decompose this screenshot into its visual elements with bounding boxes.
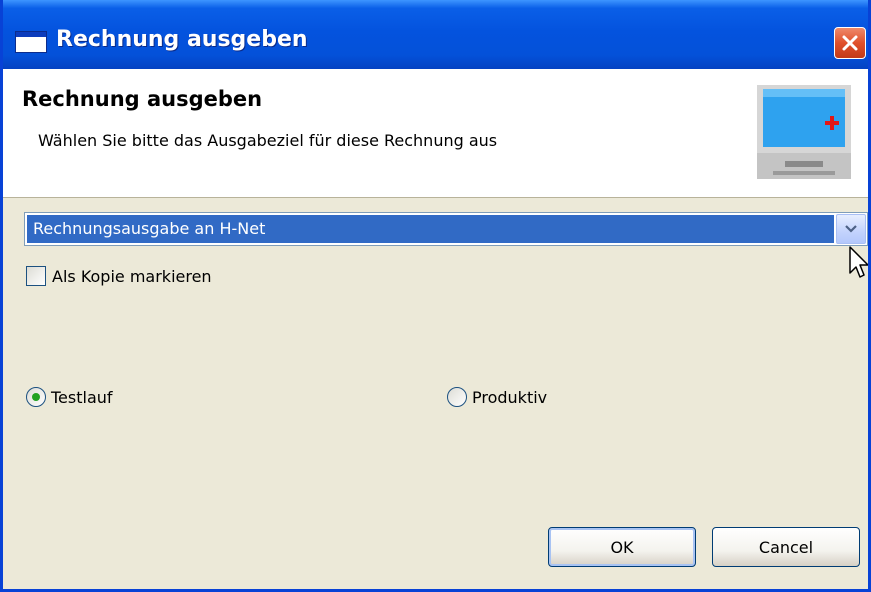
monitor-plus-icon: [757, 85, 851, 179]
checkbox-label: Als Kopie markieren: [52, 266, 212, 286]
radio-label-testlauf: Testlauf: [51, 387, 113, 407]
header-title: Rechnung ausgeben: [22, 87, 263, 111]
copy-checkbox[interactable]: Als Kopie markieren: [26, 264, 212, 288]
mouse-cursor-icon: [849, 246, 868, 278]
close-icon: [842, 35, 858, 51]
checkbox-box[interactable]: [26, 266, 46, 286]
radio-label-produktiv: Produktiv: [472, 387, 548, 407]
ok-button[interactable]: OK: [548, 527, 696, 567]
radio-testlauf[interactable]: Testlauf: [26, 385, 113, 409]
chevron-down-icon: [845, 225, 857, 233]
cancel-button[interactable]: Cancel: [712, 527, 860, 567]
header-description: Wählen Sie bitte das Ausgabeziel für die…: [38, 131, 498, 150]
radio-button-testlauf[interactable]: [26, 387, 46, 407]
radio-selected-dot: [32, 393, 40, 401]
output-target-dropdown[interactable]: Rechnungsausgabe an H-Net: [24, 212, 868, 246]
radio-produktiv[interactable]: Produktiv: [447, 385, 547, 409]
dialog-window: Rechnung ausgeben Rechnung ausgeben Wähl…: [0, 0, 871, 592]
dropdown-selected-value: Rechnungsausgabe an H-Net: [27, 215, 834, 243]
header-panel: Rechnung ausgeben Wählen Sie bitte das A…: [3, 69, 868, 198]
title-bar[interactable]: Rechnung ausgeben: [3, 0, 868, 69]
window-title: Rechnung ausgeben: [56, 27, 308, 52]
dropdown-arrow-button[interactable]: [836, 214, 866, 244]
radio-button-produktiv[interactable]: [447, 387, 467, 407]
window-icon: [15, 31, 47, 53]
close-button[interactable]: [834, 27, 866, 59]
